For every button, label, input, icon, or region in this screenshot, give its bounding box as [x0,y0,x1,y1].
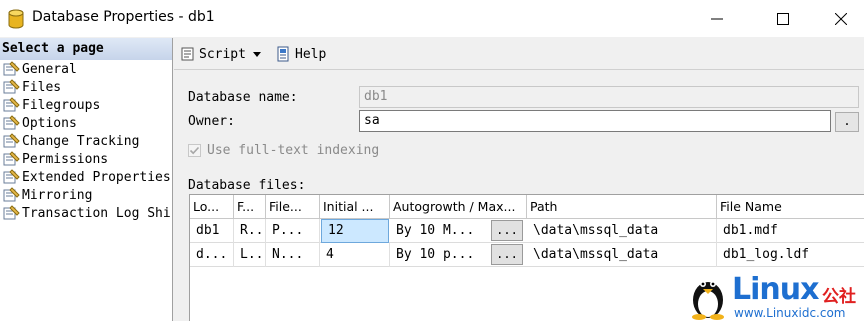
database-name-field: db1 [359,86,859,108]
cell-initial-size[interactable]: 4 [320,243,390,267]
property-page-icon [3,115,20,130]
database-files-label: Database files: [188,178,306,193]
script-label: Script [199,46,246,62]
minimize-icon [711,18,723,19]
page-item-general[interactable]: General [0,60,172,78]
window-title: Database Properties - db1 [32,9,215,25]
cell-initial-size[interactable]: 12 [321,219,389,243]
property-page-icon [3,133,20,148]
column-header-path[interactable]: Path [527,195,717,219]
cell-logical-name[interactable]: d... [190,243,234,267]
page-item-label: Transaction Log Shi [22,205,171,221]
help-icon [277,46,289,62]
page-list: General Files Filegroups Options Change … [0,60,172,222]
page-item-mirroring[interactable]: Mirroring [0,186,172,204]
page-item-label: Options [22,115,77,131]
column-header-autogrowth[interactable]: Autogrowth / Max... [390,195,527,219]
close-icon [835,12,847,25]
fulltext-checkbox[interactable] [188,144,201,157]
maximize-button[interactable] [760,0,806,37]
help-button[interactable]: Help [276,46,326,62]
cell-file-name[interactable]: db1.mdf [717,219,864,243]
page-selector-pane: Select a page General Files Filegroups O… [0,38,173,321]
page-item-label: Change Tracking [22,133,140,149]
watermark-url: www.Linuxidc.com [734,306,846,320]
cell-path[interactable]: \data\mssql_data [527,243,717,267]
close-button[interactable] [818,0,864,37]
cell-autogrowth[interactable]: By 10 p... [390,243,490,267]
column-header-file-type[interactable]: F... [234,195,266,219]
database-icon [8,9,24,29]
page-item-transaction-log-shipping[interactable]: Transaction Log Shi [0,204,172,222]
column-header-filegroup[interactable]: File... [266,195,320,219]
property-page-icon [3,205,20,220]
cell-filegroup[interactable]: P... [266,219,320,243]
cell-file-name[interactable]: db1_log.ldf [717,243,864,267]
maximize-icon [777,12,789,25]
page-item-label: Filegroups [22,97,101,113]
table-row[interactable]: db1 R... P... 12 By 10 M... ... \data\ms… [190,219,864,243]
title-bar: Database Properties - db1 [0,0,864,37]
property-page-icon [3,151,20,166]
page-item-options[interactable]: Options [0,114,172,132]
autogrowth-browse-button[interactable]: ... [491,244,523,265]
owner-browse-button[interactable]: . [835,112,859,132]
page-item-label: Files [22,79,62,95]
owner-label: Owner: [188,114,235,129]
property-page-icon [3,79,20,94]
property-page-icon [3,187,20,202]
cell-autogrowth[interactable]: By 10 M... [390,219,490,243]
script-icon [181,47,194,61]
cell-file-type[interactable]: R... [234,219,266,243]
script-button[interactable]: Script [180,46,265,62]
column-header-logical-name[interactable]: Lo... [190,195,234,219]
fulltext-label: Use full-text indexing [207,143,380,158]
page-item-extended-properties[interactable]: Extended Properties [0,168,172,186]
page-item-label: Extended Properties [22,169,171,185]
checkmark-icon [189,146,200,155]
watermark-brand-cn: 公社 [822,287,856,307]
property-page-icon [3,169,20,184]
page-item-change-tracking[interactable]: Change Tracking [0,132,172,150]
tux-penguin-icon [692,281,724,320]
cell-path[interactable]: \data\mssql_data [527,219,717,243]
grid-header: Lo... F... File... Initial ... Autogrowt… [190,195,864,219]
cell-file-type[interactable]: L... [234,243,266,267]
page-item-label: General [22,61,77,77]
column-header-file-name[interactable]: File Name [717,195,864,219]
minimize-button[interactable] [694,0,740,37]
linuxidc-watermark: Linux 公社 www.Linuxidc.com [688,270,864,321]
cell-logical-name[interactable]: db1 [190,219,234,243]
page-item-permissions[interactable]: Permissions [0,150,172,168]
page-item-label: Mirroring [22,187,93,203]
property-page-icon [3,61,20,76]
table-row[interactable]: d... L... N... 4 By 10 p... ... \data\ms… [190,243,864,267]
watermark-brand: Linux [732,272,819,307]
toolbar: Script Help [174,38,864,70]
page-item-filegroups[interactable]: Filegroups [0,96,172,114]
cell-filegroup[interactable]: N... [266,243,320,267]
page-selector-header: Select a page [0,38,172,60]
column-header-initial-size[interactable]: Initial ... [320,195,390,219]
dropdown-arrow-icon [252,52,261,57]
autogrowth-browse-button[interactable]: ... [491,220,523,241]
owner-field[interactable]: sa [359,110,831,132]
help-label: Help [295,46,327,62]
page-item-files[interactable]: Files [0,78,172,96]
page-item-label: Permissions [22,151,109,167]
database-name-label: Database name: [188,90,298,105]
property-page-icon [3,97,20,112]
